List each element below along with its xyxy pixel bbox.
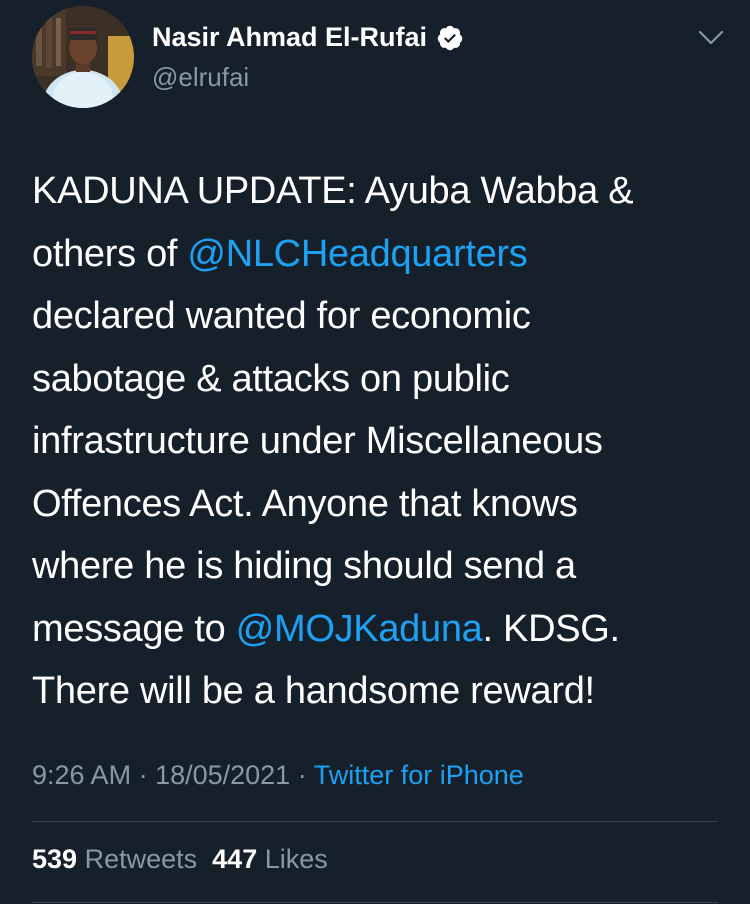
tweet-text-line: where he is hiding should send a — [32, 535, 722, 598]
tweet-meta: 9:26 AM · 18/05/2021 · Twitter for iPhon… — [32, 760, 524, 791]
tweet-text-segment: . KDSG. — [482, 607, 621, 650]
tweet-text-segment: message to — [32, 607, 236, 650]
retweets-stat[interactable]: 539 Retweets — [32, 844, 197, 874]
likes-label: Likes — [264, 844, 328, 874]
name-row: Nasir Ahmad El-Rufai — [152, 22, 464, 53]
divider — [32, 821, 718, 822]
tweet-text-segment: others of — [32, 232, 188, 275]
tweet-text-line: KADUNA UPDATE: Ayuba Wabba & — [32, 160, 722, 223]
tweet-text-line: There will be a handsome reward! — [32, 660, 722, 723]
tweet-text-segment: sabotage & attacks on public — [32, 357, 510, 400]
display-name[interactable]: Nasir Ahmad El-Rufai — [152, 22, 427, 53]
tweet-source-link[interactable]: Twitter for iPhone — [314, 760, 524, 790]
tweet-text: KADUNA UPDATE: Ayuba Wabba & others of @N… — [32, 160, 722, 723]
tweet-header: Nasir Ahmad El-Rufai @elrufai — [32, 6, 732, 110]
tweet-text-segment: declared wanted for economic — [32, 295, 531, 337]
avatar-image — [32, 6, 134, 108]
tweet-time[interactable]: 9:26 AM — [32, 760, 131, 790]
mention-link[interactable]: @MOJKaduna — [236, 608, 483, 650]
divider — [32, 902, 718, 903]
tweet-date[interactable]: 18/05/2021 — [155, 760, 290, 790]
tweet-text-segment: where he is hiding should send a — [32, 545, 576, 587]
retweets-label: Retweets — [84, 844, 198, 874]
verified-badge-icon — [437, 25, 463, 50]
tweet-text-line: Offences Act. Anyone that knows — [32, 473, 722, 536]
meta-separator: · — [290, 760, 314, 790]
tweet-text-line: infrastructure under Miscellaneous — [32, 410, 722, 473]
tweet-text-segment: KADUNA UPDATE: Ayuba Wabba & — [32, 170, 634, 212]
tweet-text-line: message to @MOJKaduna. KDSG. — [32, 598, 722, 661]
likes-count: 447 — [212, 844, 258, 874]
meta-separator: · — [131, 760, 156, 790]
tweet-text-line: sabotage & attacks on public — [32, 348, 722, 411]
tweet-text-line: others of @NLCHeadquarters — [32, 223, 722, 286]
user-handle[interactable]: @elrufai — [152, 62, 249, 93]
chevron-down-icon[interactable] — [698, 30, 724, 46]
tweet-text-segment: There will be a handsome reward! — [32, 670, 595, 712]
tweet-text-line: declared wanted for economic — [32, 285, 722, 348]
tweet-text-segment: Offences Act. Anyone that knows — [32, 482, 578, 525]
mention-link[interactable]: @NLCHeadquarters — [187, 233, 527, 275]
likes-stat[interactable]: 447 Likes — [212, 844, 328, 874]
tweet-text-segment: infrastructure under Miscellaneous — [32, 420, 603, 462]
avatar[interactable] — [32, 6, 134, 108]
retweets-count: 539 — [32, 844, 78, 874]
tweet-stats: 539 Retweets 447 Likes — [32, 844, 328, 875]
